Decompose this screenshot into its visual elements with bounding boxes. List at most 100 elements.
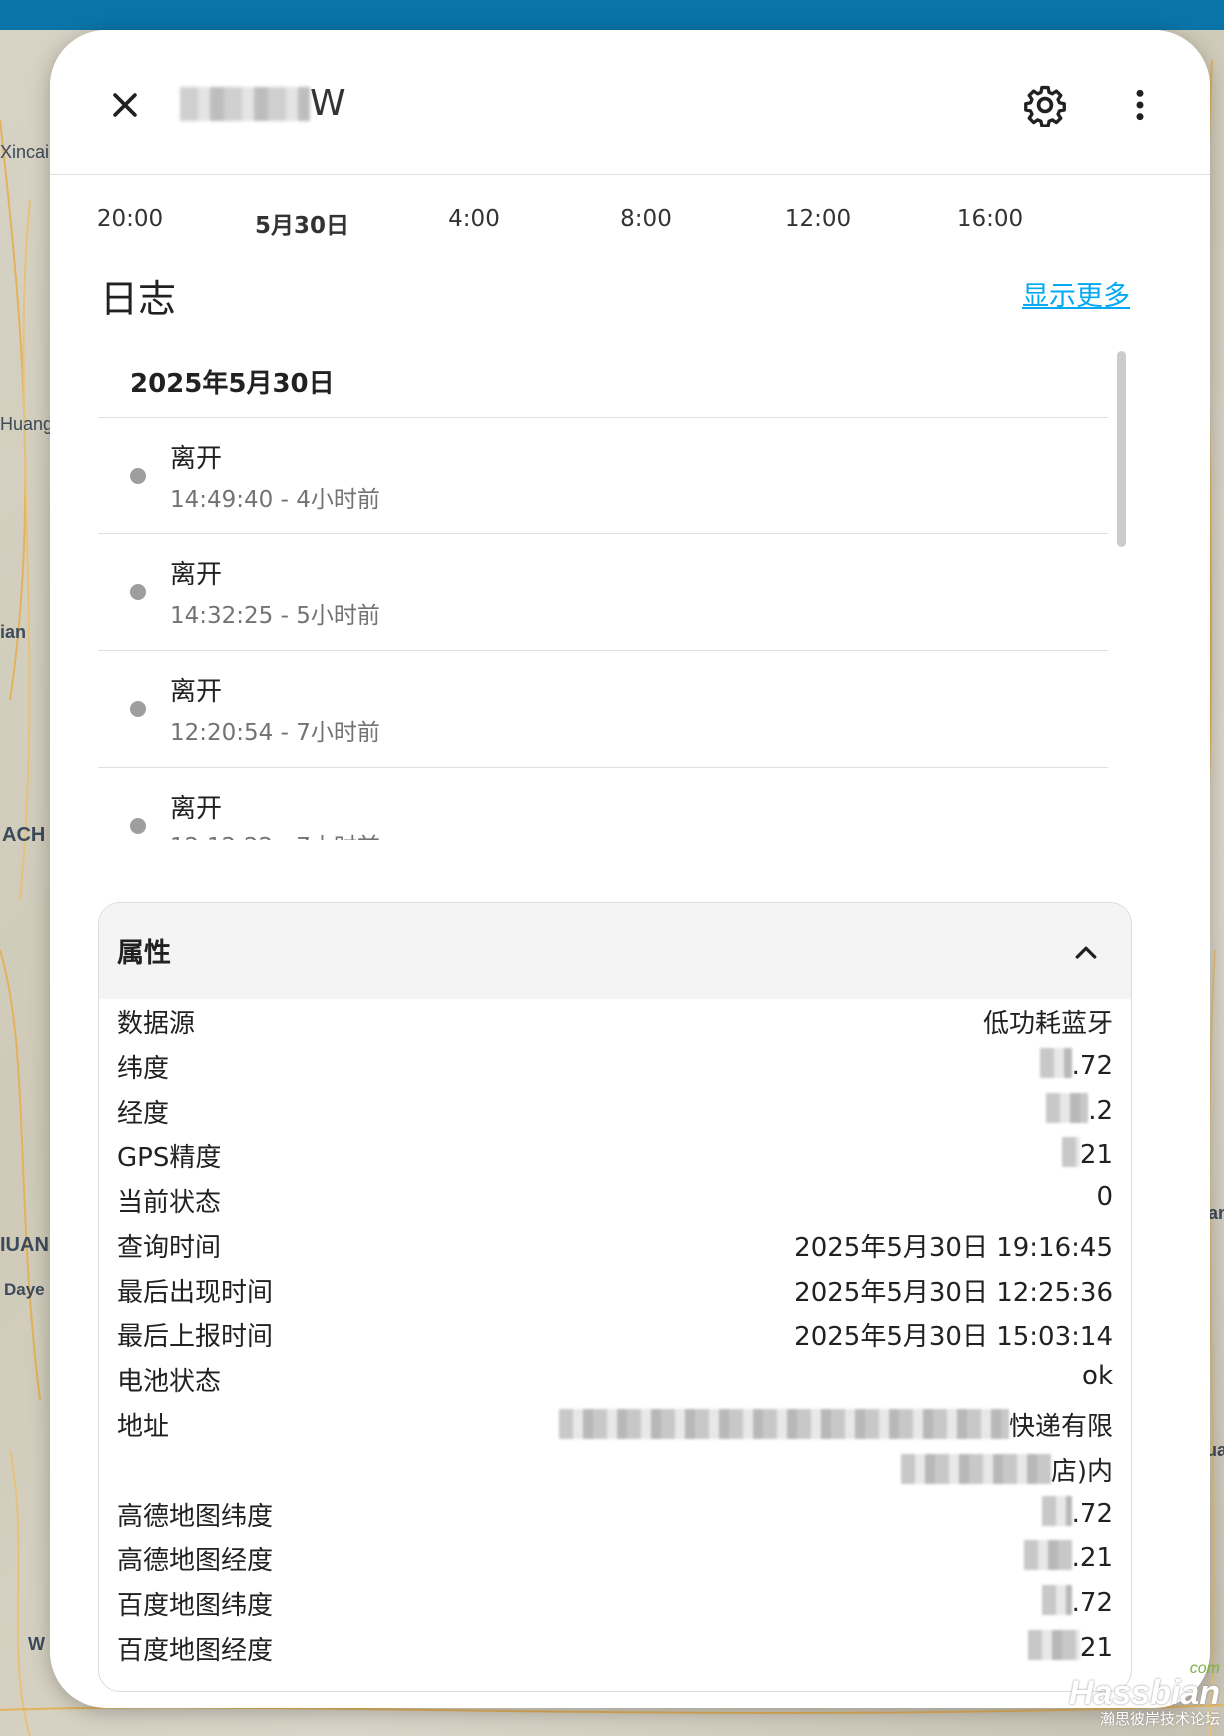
attribute-key: 电池状态 xyxy=(117,1367,222,1397)
attribute-value: 快递有限 xyxy=(1008,1412,1113,1442)
attribute-key: 百度地图纬度 xyxy=(117,1591,274,1621)
attribute-key: 高德地图经度 xyxy=(117,1546,274,1576)
redacted-value xyxy=(1023,1540,1072,1570)
attribute-value: 2025年5月30日 12:25:36 xyxy=(794,1278,1113,1308)
attribute-value-wrap: .2 xyxy=(1046,1093,1113,1126)
attribute-key: 纬度 xyxy=(117,1054,170,1084)
history-timeline-axis: 20:00 5月30日 4:00 8:00 12:00 16:00 xyxy=(90,206,1130,246)
attribute-value: .72 xyxy=(1071,1588,1113,1618)
dialog-title: W xyxy=(180,78,346,130)
map-label: Xincai xyxy=(0,142,50,162)
logbook-entry[interactable]: 离开 12:20:54 - 7小时前 xyxy=(98,650,1108,766)
attribute-value: .72 xyxy=(1071,1051,1113,1081)
entity-more-info-dialog: W 20:00 5月30日 4:00 8:00 12:00 16:00 日志 显… xyxy=(50,30,1210,1708)
more-options-button[interactable] xyxy=(1110,75,1170,135)
attribute-key: GPS精度 xyxy=(117,1143,222,1173)
attribute-row-continued: 店)内 xyxy=(117,1451,1113,1495)
redacted-value xyxy=(1041,1496,1072,1526)
attribute-value-wrap: 快递有限 xyxy=(558,1406,1113,1443)
attribute-key: 最后上报时间 xyxy=(117,1322,274,1352)
logbook-entry-state: 离开 xyxy=(170,444,223,474)
timeline-tick: 8:00 xyxy=(620,206,672,232)
attribute-value: 店)内 xyxy=(1050,1457,1113,1487)
attribute-value-wrap: 21 xyxy=(1027,1630,1113,1663)
redacted-value xyxy=(1061,1137,1080,1167)
attribute-value: 低功耗蓝牙 xyxy=(982,1009,1113,1039)
attribute-value: 21 xyxy=(1079,1140,1113,1170)
attribute-row: 当前状态 0 xyxy=(117,1182,1113,1226)
attribute-row: 纬度 .72 xyxy=(117,1048,1113,1092)
attribute-row: 百度地图纬度 .72 xyxy=(117,1585,1113,1629)
more-vert-icon xyxy=(1136,89,1144,121)
logbook-entry[interactable]: 离开 14:49:40 - 4小时前 xyxy=(98,417,1108,533)
attribute-value-wrap: .72 xyxy=(1039,1048,1113,1081)
state-dot-icon xyxy=(130,701,146,717)
attribute-row: 最后出现时间 2025年5月30日 12:25:36 xyxy=(117,1272,1113,1316)
logbook-entry[interactable]: 离开 14:32:25 - 5小时前 xyxy=(98,533,1108,649)
redacted-value xyxy=(1027,1630,1080,1660)
attribute-key: 地址 xyxy=(117,1412,170,1442)
watermark-subtitle: 瀚思彼岸技术论坛 xyxy=(1099,1710,1220,1728)
settings-button[interactable] xyxy=(1015,75,1075,135)
map-label: ACH xyxy=(2,824,46,846)
logbook-entry-state: 离开 xyxy=(170,677,223,707)
gear-icon xyxy=(1024,85,1066,127)
attribute-value: 0 xyxy=(1096,1182,1113,1212)
map-label: W xyxy=(28,1634,45,1654)
close-button[interactable] xyxy=(100,80,150,130)
attribute-row: 经度 .2 xyxy=(117,1093,1113,1137)
timeline-tick: 16:00 xyxy=(956,206,1024,232)
attribute-row: 数据源 低功耗蓝牙 xyxy=(117,1003,1113,1047)
logbook-entry-time: 14:49:40 - 4小时前 xyxy=(170,487,380,513)
attributes-title: 属性 xyxy=(117,938,171,969)
map-label: ian xyxy=(0,622,27,642)
dialog-header: W xyxy=(50,30,1210,175)
chevron-up-icon[interactable] xyxy=(1071,937,1101,967)
attribute-row: 高德地图经度 .21 xyxy=(117,1540,1113,1584)
attributes-panel: 属性 数据源 低功耗蓝牙 纬度 .72 经度 .2 GPS精度 21 当前状态 … xyxy=(98,902,1132,1692)
map-label: Huang xyxy=(0,414,54,434)
redacted-value xyxy=(1046,1093,1089,1123)
attribute-key: 查询时间 xyxy=(117,1233,222,1263)
redacted-value xyxy=(1039,1048,1072,1078)
attribute-value: 2025年5月30日 19:16:45 xyxy=(794,1233,1113,1263)
map-label: IUAN xyxy=(0,1234,49,1256)
redacted-value xyxy=(558,1409,1009,1439)
logbook-entry-time: 12:20:54 - 7小时前 xyxy=(170,720,380,746)
attribute-key: 高德地图纬度 xyxy=(117,1502,274,1532)
attributes-header[interactable]: 属性 xyxy=(99,903,1131,999)
watermark: com Hassbian 瀚思彼岸技术论坛 xyxy=(1030,1660,1220,1730)
state-dot-icon xyxy=(130,468,146,484)
map-label: Daye xyxy=(4,1280,45,1299)
attribute-key: 经度 xyxy=(117,1099,170,1129)
show-more-link[interactable]: 显示更多 xyxy=(1022,274,1130,313)
logbook-entry[interactable]: 离开 12:12:22 - 7小时前 xyxy=(98,767,1108,883)
timeline-tick: 4:00 xyxy=(448,206,500,232)
attribute-value: 21 xyxy=(1079,1633,1113,1663)
attribute-value-wrap: .21 xyxy=(1023,1540,1113,1573)
attribute-value: .21 xyxy=(1071,1543,1113,1573)
attribute-row: 最后上报时间 2025年5月30日 15:03:14 xyxy=(117,1316,1113,1360)
redacted-value xyxy=(1041,1585,1072,1615)
logbook-date-header: 2025年5月30日 xyxy=(130,369,335,399)
dialog-body: 20:00 5月30日 4:00 8:00 12:00 16:00 日志 显示更… xyxy=(50,176,1180,1708)
watermark-name: Hassbian xyxy=(1068,1674,1220,1712)
redacted-value xyxy=(900,1454,1051,1484)
attribute-value: 2025年5月30日 15:03:14 xyxy=(794,1322,1113,1352)
logbook-entry-state: 离开 xyxy=(170,560,223,590)
timeline-tick: 20:00 xyxy=(96,206,164,232)
attribute-value: .72 xyxy=(1071,1499,1113,1529)
redacted-title xyxy=(180,87,310,121)
top-app-bar xyxy=(0,0,1224,30)
logbook-title: 日志 xyxy=(100,277,177,321)
close-icon xyxy=(113,93,137,117)
attribute-key: 当前状态 xyxy=(117,1188,222,1218)
attribute-value-wrap: 21 xyxy=(1061,1137,1113,1170)
attribute-row: 查询时间 2025年5月30日 19:16:45 xyxy=(117,1227,1113,1271)
attribute-key: 最后出现时间 xyxy=(117,1278,274,1308)
dialog-title-suffix: W xyxy=(310,83,346,124)
attribute-row: 电池状态 ok xyxy=(117,1361,1113,1405)
attribute-row: 百度地图经度 21 xyxy=(117,1630,1113,1674)
attribute-key: 数据源 xyxy=(117,1009,196,1039)
logbook-scrollbar[interactable] xyxy=(1117,351,1126,547)
